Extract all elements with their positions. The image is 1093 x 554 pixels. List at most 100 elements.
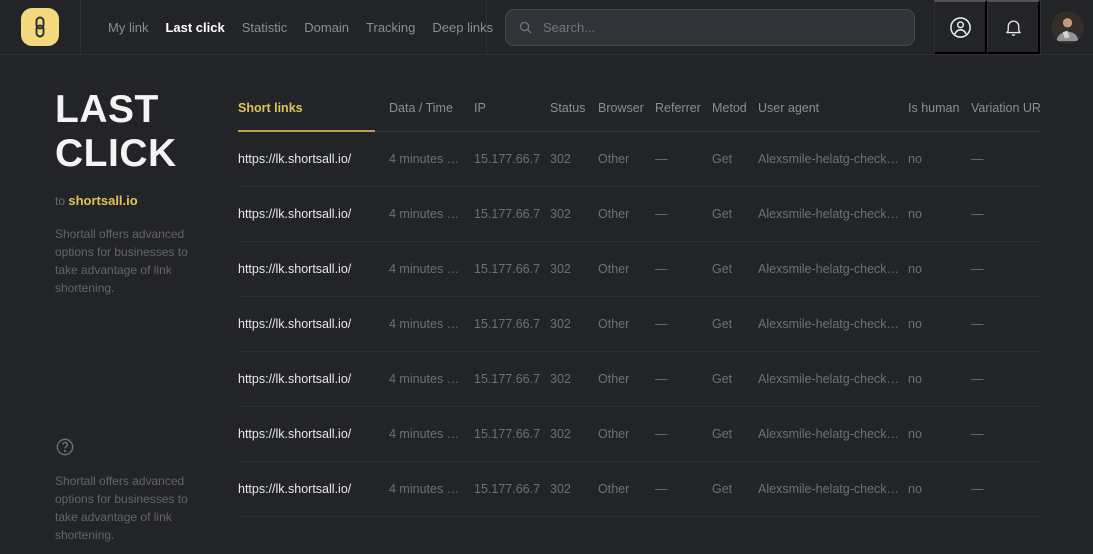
cell-ip: 15.177.66.7 — [474, 317, 550, 331]
cell-variation-url: — — [971, 207, 1040, 221]
table-row[interactable]: https://lk.shortsall.io/4 minutes ago15.… — [238, 187, 1040, 242]
search-input[interactable] — [541, 19, 902, 36]
table-row[interactable]: https://lk.shortsall.io/4 minutes ago15.… — [238, 407, 1040, 462]
account-icon — [948, 15, 973, 40]
cell-date-time: 4 minutes ago — [389, 372, 474, 386]
table-row[interactable]: https://lk.shortsall.io/4 minutes ago15.… — [238, 462, 1040, 517]
logo-button[interactable] — [21, 8, 59, 46]
table-row[interactable]: https://lk.shortsall.io/4 minutes ago15.… — [238, 132, 1040, 187]
cell-is-human: no — [908, 207, 971, 221]
question-mark-icon — [55, 437, 75, 457]
cell-is-human: no — [908, 317, 971, 331]
column-header: Variation URL — [971, 101, 1040, 115]
table-row[interactable]: https://lk.shortsall.io/4 minutes ago15.… — [238, 242, 1040, 297]
cell-referrer: — — [655, 372, 712, 386]
cell-short-link[interactable]: https://lk.shortsall.io/ — [238, 372, 389, 386]
cell-method: Get — [712, 262, 758, 276]
cell-date-time: 4 minutes ago — [389, 262, 474, 276]
help-button[interactable] — [55, 437, 75, 457]
cell-status: 302 — [550, 317, 598, 331]
nav-item-last-click[interactable]: Last click — [165, 20, 224, 35]
cell-status: 302 — [550, 262, 598, 276]
cell-date-time: 4 minutes ago — [389, 427, 474, 441]
cell-referrer: — — [655, 482, 712, 496]
cell-short-link[interactable]: https://lk.shortsall.io/ — [238, 482, 389, 496]
cell-short-link[interactable]: https://lk.shortsall.io/ — [238, 207, 389, 221]
cell-user-agent: Alexsmile-helatg-check-... — [758, 482, 908, 496]
account-button[interactable] — [934, 0, 987, 54]
nav-item-statistic[interactable]: Statistic — [242, 20, 288, 35]
cell-variation-url: — — [971, 482, 1040, 496]
cell-user-agent: Alexsmile-helatg-check-... — [758, 262, 908, 276]
nav-item-tracking[interactable]: Tracking — [366, 20, 415, 35]
cell-status: 302 — [550, 427, 598, 441]
cell-short-link[interactable]: https://lk.shortsall.io/ — [238, 262, 389, 276]
cell-referrer: — — [655, 262, 712, 276]
nav-item-domain[interactable]: Domain — [304, 20, 349, 35]
column-header: Is human — [908, 101, 971, 115]
topbar: My link Last click Statistic Domain Tracking… — [0, 0, 1093, 55]
cell-user-agent: Alexsmile-helatg-check-... — [758, 152, 908, 166]
cell-date-time: 4 minutes ago — [389, 482, 474, 496]
table-row[interactable]: https://lk.shortsall.io/4 minutes ago15.… — [238, 352, 1040, 407]
cell-method: Get — [712, 317, 758, 331]
cell-is-human: no — [908, 372, 971, 386]
cell-referrer: — — [655, 317, 712, 331]
cell-method: Get — [712, 152, 758, 166]
cell-ip: 15.177.66.7 — [474, 372, 550, 386]
nav-item-deep-links[interactable]: Deep links — [432, 20, 493, 35]
cell-browser: Other — [598, 317, 655, 331]
cell-ip: 15.177.66.7 — [474, 482, 550, 496]
cell-referrer: — — [655, 152, 712, 166]
cell-date-time: 4 minutes ago — [389, 152, 474, 166]
cell-browser: Other — [598, 152, 655, 166]
nav-item-my-link[interactable]: My link — [108, 20, 148, 35]
main-area: LAST CLICK to shortsall.io Shortall offe… — [0, 55, 1093, 554]
cell-user-agent: Alexsmile-helatg-check-... — [758, 317, 908, 331]
cell-referrer: — — [655, 207, 712, 221]
cell-variation-url: — — [971, 427, 1040, 441]
search-box[interactable] — [505, 9, 915, 46]
cell-variation-url: — — [971, 262, 1040, 276]
column-header: User agent — [758, 101, 908, 115]
cell-short-link[interactable]: https://lk.shortsall.io/ — [238, 152, 389, 166]
domain-link[interactable]: shortsall.io — [68, 193, 137, 208]
cell-ip: 15.177.66.7 — [474, 152, 550, 166]
cell-browser: Other — [598, 372, 655, 386]
hero-panel: LAST CLICK to shortsall.io Shortall offe… — [0, 55, 238, 554]
cell-is-human: no — [908, 262, 971, 276]
cell-short-link[interactable]: https://lk.shortsall.io/ — [238, 427, 389, 441]
column-header: Browser — [598, 101, 655, 115]
page-title-line1: LAST — [55, 88, 238, 132]
page-title: LAST CLICK — [55, 88, 238, 177]
cell-is-human: no — [908, 482, 971, 496]
cell-date-time: 4 minutes ago — [389, 317, 474, 331]
cell-status: 302 — [550, 482, 598, 496]
cell-browser: Other — [598, 427, 655, 441]
to-label: to — [55, 194, 65, 208]
table-body: https://lk.shortsall.io/4 minutes ago15.… — [238, 132, 1093, 517]
column-header: Status — [550, 101, 598, 115]
hero-subtitle: to shortsall.io — [55, 193, 238, 208]
column-header: Short links — [238, 101, 389, 115]
notifications-button[interactable] — [987, 0, 1040, 54]
cell-method: Get — [712, 372, 758, 386]
user-avatar[interactable] — [1051, 11, 1084, 44]
column-header: IP — [474, 101, 550, 115]
cell-is-human: no — [908, 152, 971, 166]
cell-browser: Other — [598, 482, 655, 496]
chain-link-icon — [32, 16, 48, 38]
cell-user-agent: Alexsmile-helatg-check-... — [758, 427, 908, 441]
cell-user-agent: Alexsmile-helatg-check-... — [758, 372, 908, 386]
column-header: Metod — [712, 101, 758, 115]
table-header-row: Short linksData / TimeIPStatusBrowserRef… — [238, 85, 1040, 132]
cell-status: 302 — [550, 207, 598, 221]
cell-method: Get — [712, 427, 758, 441]
hero-description: Shortall offers advanced options for bus… — [55, 225, 210, 297]
cell-method: Get — [712, 207, 758, 221]
table-row[interactable]: https://lk.shortsall.io/4 minutes ago15.… — [238, 297, 1040, 352]
cell-status: 302 — [550, 372, 598, 386]
column-header: Data / Time — [389, 101, 474, 115]
cell-short-link[interactable]: https://lk.shortsall.io/ — [238, 317, 389, 331]
search-area — [487, 0, 934, 54]
